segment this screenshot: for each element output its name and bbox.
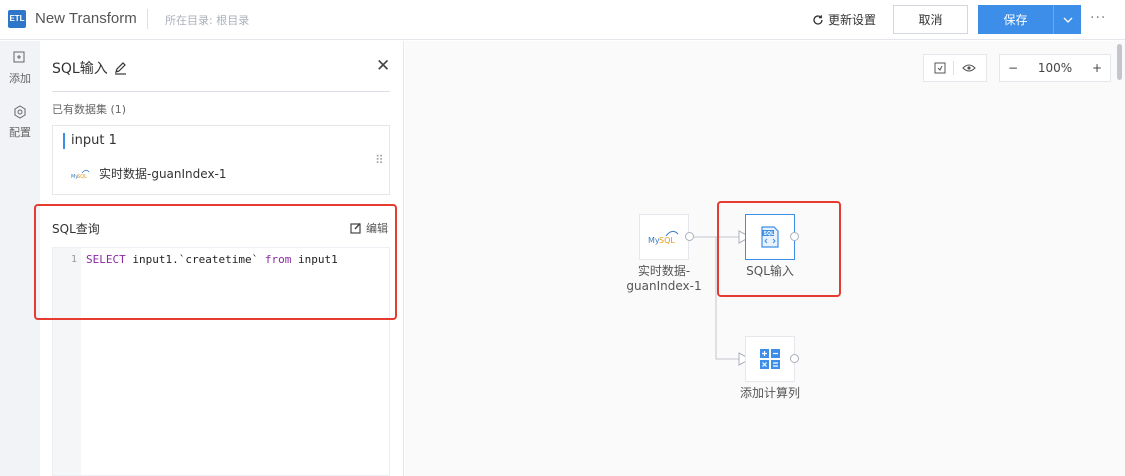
- edit-sql-button[interactable]: 编辑: [350, 220, 388, 236]
- transform-title[interactable]: New Transform: [35, 10, 137, 27]
- edit-icon: [350, 223, 361, 234]
- flow-canvas[interactable]: − 100% + My SQL 实时数据- guanIndex-1 SQL SQ…: [405, 41, 1125, 476]
- node-output-port[interactable]: [685, 232, 694, 241]
- title-divider: [147, 9, 148, 29]
- sql-column-expr: input1.`createtime`: [125, 253, 265, 266]
- rail-add-label: 添加: [9, 72, 31, 85]
- save-button[interactable]: 保存: [978, 5, 1053, 34]
- close-icon[interactable]: ✕: [376, 57, 390, 75]
- node-output-port[interactable]: [790, 232, 799, 241]
- code-gutter: [53, 248, 81, 475]
- panel-header: SQL输入: [52, 58, 127, 78]
- dataset-name: input 1: [63, 133, 117, 149]
- drag-handle-icon[interactable]: ⠿: [375, 153, 384, 167]
- refresh-icon: [813, 14, 823, 25]
- rail-config[interactable]: 配置: [0, 105, 40, 140]
- datasets-label: 已有数据集 (1): [52, 103, 127, 116]
- sql-code-editor[interactable]: 1 SELECT input1.`createtime` from input1: [52, 247, 390, 476]
- sql-keyword-from: from: [264, 253, 292, 266]
- top-bar: ETL New Transform 所在目录: 根目录 更新设置 取消 保存 ·…: [0, 0, 1125, 40]
- dataset-source-label: 实时数据-guanIndex-1: [99, 167, 227, 181]
- edit-sql-label: 编辑: [366, 222, 388, 235]
- calculator-icon: [760, 349, 780, 369]
- node-output-port[interactable]: [790, 354, 799, 363]
- node-mysql-label: 实时数据- guanIndex-1: [619, 264, 709, 294]
- svg-text:SQL: SQL: [659, 236, 675, 245]
- mysql-logo-icon: My SQL: [648, 230, 679, 245]
- side-rail: 添加 配置: [0, 41, 40, 476]
- mysql-icon: My SQL: [71, 169, 90, 180]
- cancel-button[interactable]: 取消: [893, 5, 968, 34]
- sql-file-icon: SQL: [761, 226, 779, 248]
- more-menu-button[interactable]: ···: [1090, 10, 1106, 26]
- node-sql-input-label: SQL输入: [746, 264, 794, 278]
- dataset-source: My SQL 实时数据-guanIndex-1: [71, 165, 227, 182]
- node-mysql-label-line1: 实时数据-: [637, 264, 691, 278]
- etl-logo: ETL: [8, 10, 26, 28]
- add-node-icon: [13, 51, 25, 63]
- panel-divider: [52, 91, 390, 92]
- panel-title: SQL输入: [52, 61, 108, 77]
- svg-text:SQL: SQL: [77, 174, 87, 180]
- node-add-calc-column[interactable]: [745, 336, 795, 382]
- svg-text:SQL: SQL: [764, 231, 775, 237]
- node-mysql-label-line2: guanIndex-1: [626, 279, 702, 293]
- rail-config-label: 配置: [9, 126, 31, 139]
- code-line: SELECT input1.`createtime` from input1: [86, 253, 338, 266]
- dataset-card[interactable]: input 1 My SQL 实时数据-guanIndex-1 ⠿: [52, 125, 390, 195]
- node-add-calc-column-label: 添加计算列: [739, 386, 800, 400]
- directory-path: 所在目录: 根目录: [165, 14, 250, 27]
- refresh-settings-button[interactable]: 更新设置: [812, 11, 876, 28]
- code-line-number: 1: [70, 254, 77, 265]
- node-mysql-source[interactable]: My SQL: [639, 214, 689, 260]
- sql-keyword-select: SELECT: [86, 253, 126, 266]
- save-dropdown-button[interactable]: [1053, 5, 1081, 34]
- refresh-settings-label: 更新设置: [828, 13, 877, 27]
- config-panel: SQL输入 ✕ 已有数据集 (1) input 1 My SQL 实时数据-gu…: [40, 41, 404, 476]
- pencil-icon[interactable]: [114, 61, 127, 75]
- gear-icon: [14, 105, 26, 119]
- rail-add[interactable]: 添加: [0, 51, 40, 86]
- sql-query-label: SQL查询: [52, 222, 100, 236]
- sql-table-name: input1: [291, 253, 338, 266]
- chevron-down-icon: [1063, 17, 1072, 23]
- node-sql-input[interactable]: SQL: [745, 214, 795, 260]
